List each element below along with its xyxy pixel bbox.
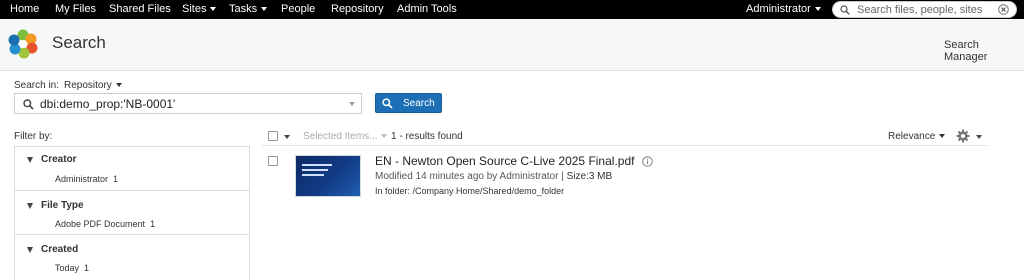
chevron-down-icon [814,7,821,12]
search-icon [382,98,393,109]
nav-shared-files[interactable]: Shared Files [109,3,171,15]
user-menu[interactable]: Administrator [746,3,821,15]
result-thumbnail[interactable] [295,155,361,197]
alfresco-logo-icon [8,29,38,59]
chevron-down-icon[interactable] [976,135,982,139]
search-manager-link[interactable]: Search Manager [944,39,1024,63]
nav-repository-label: Repository [331,3,384,15]
gear-icon[interactable] [956,129,970,143]
thumbnail-line [302,169,328,171]
facet-value[interactable]: Administrator 1 [55,174,118,184]
result-title-link[interactable]: EN - Newton Open Source C-Live 2025 Fina… [375,154,634,168]
search-query-input[interactable] [40,96,340,112]
results-count: 1 - results found [391,131,463,142]
facet-value[interactable]: Today 1 [55,263,89,273]
filter-by-label: Filter by: [14,131,53,142]
collapse-triangle-icon[interactable] [27,247,33,253]
page-title: Search [52,33,106,52]
global-search-box [832,1,1017,18]
user-menu-label: Administrator [746,3,811,15]
chevron-down-icon [381,134,388,139]
facet-value-label: Adobe PDF Document [55,219,146,229]
facet-created: Created Today 1 [15,235,249,280]
result-folder-path[interactable]: In folder: /Company Home/Shared/demo_fol… [375,186,564,196]
search-icon [840,5,850,15]
nav-tasks[interactable]: Tasks [229,3,268,15]
facet-value-label: Administrator [55,174,109,184]
chevron-down-icon [210,7,217,12]
nav-people[interactable]: People [281,3,315,15]
search-in-dropdown[interactable]: Repository [64,80,122,91]
page-header: Search Search Manager [0,19,1024,71]
results-toolbar: Selected Items... 1 - results found Rele… [262,128,988,146]
result-modified: Modified 14 minutes ago by Administrator [375,171,559,182]
result-meta: Modified 14 minutes ago by Administrator… [375,171,612,182]
nav-home-label: Home [10,3,40,15]
nav-sites-label: Sites [182,3,207,15]
facet-title[interactable]: File Type [41,200,84,211]
search-in-label: Search in: [14,80,60,91]
nav-home[interactable]: Home [10,3,39,15]
search-query-box [14,93,362,114]
select-all-checkbox[interactable] [268,131,278,141]
result-checkbox[interactable] [268,156,278,166]
collapse-triangle-icon[interactable] [27,203,33,209]
filter-panel: Creator Administrator 1 File Type Adobe … [14,146,250,280]
facet-title[interactable]: Created [41,244,78,255]
facet-value-count: 1 [150,219,156,229]
chevron-down-icon [115,83,122,88]
facet-file-type: File Type Adobe PDF Document 1 [15,191,249,235]
chevron-down-icon [939,134,946,139]
info-icon[interactable] [642,156,653,167]
selected-items-menu[interactable]: Selected Items... [303,131,388,142]
nav-people-label: People [281,3,316,15]
facet-creator: Creator Administrator 1 [15,147,249,191]
facet-title[interactable]: Creator [41,154,77,165]
clear-search-icon[interactable] [998,4,1009,15]
nav-tasks-label: Tasks [229,3,258,15]
facet-value[interactable]: Adobe PDF Document 1 [55,219,155,229]
nav-sites[interactable]: Sites [182,3,217,15]
sort-dropdown[interactable]: Relevance [888,131,946,142]
selected-items-label: Selected Items... [303,131,378,142]
thumbnail-line [302,164,332,166]
nav-my-files-label: My Files [55,3,96,15]
thumbnail-line [302,174,324,176]
search-button-label: Search [403,98,435,109]
search-icon [23,99,34,110]
nav-repository[interactable]: Repository [331,3,384,15]
result-size: Size:3 MB [566,171,613,182]
top-navigation-bar: Home My Files Shared Files Sites Tasks P… [0,0,1024,19]
nav-shared-files-label: Shared Files [109,3,171,15]
collapse-triangle-icon[interactable] [27,157,33,163]
global-search-input[interactable] [857,3,993,17]
sort-label: Relevance [888,131,936,142]
chevron-down-icon[interactable] [284,135,290,139]
nav-my-files[interactable]: My Files [55,3,96,15]
chevron-down-icon [261,7,268,12]
facet-value-count: 1 [84,263,90,273]
facet-value-label: Today [55,263,80,273]
nav-admin-tools[interactable]: Admin Tools [397,3,457,15]
chevron-down-icon[interactable] [349,102,355,106]
facet-value-count: 1 [113,174,119,184]
search-in-value: Repository [64,80,112,91]
nav-admin-tools-label: Admin Tools [397,3,457,15]
search-button[interactable]: Search [375,93,442,113]
